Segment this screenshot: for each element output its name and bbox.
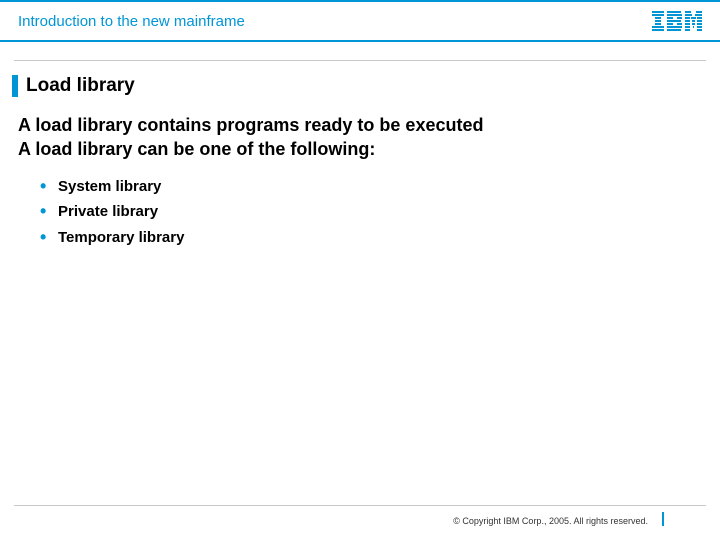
slide-title: Load library bbox=[26, 75, 135, 97]
top-divider bbox=[14, 60, 706, 61]
slide-body: A load library contains programs ready t… bbox=[18, 113, 702, 250]
lead-line-1: A load library contains programs ready t… bbox=[18, 113, 702, 137]
footer: © Copyright IBM Corp., 2005. All rights … bbox=[14, 505, 706, 526]
header-title: Introduction to the new mainframe bbox=[18, 13, 245, 30]
lead-line-2: A load library can be one of the followi… bbox=[18, 137, 702, 161]
title-accent-bar bbox=[12, 75, 18, 97]
slide-title-wrap: Load library bbox=[12, 75, 720, 97]
header-bar: Introduction to the new mainframe bbox=[0, 0, 720, 42]
list-item: System library bbox=[40, 174, 702, 200]
list-item: Private library bbox=[40, 199, 702, 225]
bullet-list: System library Private library Temporary… bbox=[40, 174, 702, 251]
footer-divider bbox=[14, 505, 706, 506]
footer-accent-tick bbox=[662, 512, 664, 526]
footer-row: © Copyright IBM Corp., 2005. All rights … bbox=[14, 516, 706, 526]
list-item: Temporary library bbox=[40, 225, 702, 251]
copyright-text: © Copyright IBM Corp., 2005. All rights … bbox=[453, 516, 648, 526]
ibm-logo-icon bbox=[652, 11, 702, 31]
